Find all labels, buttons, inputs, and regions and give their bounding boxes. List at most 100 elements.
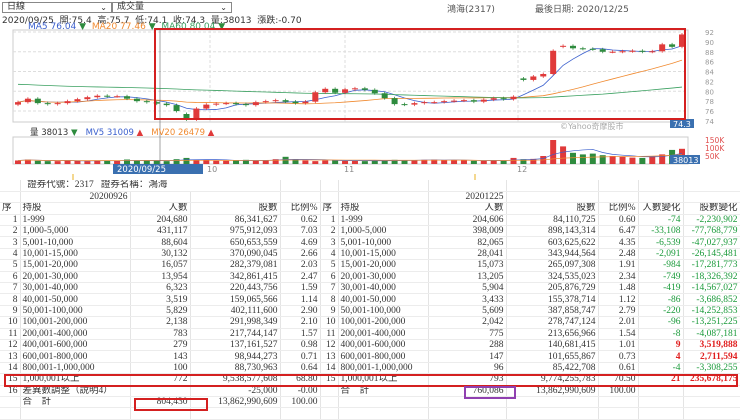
cell: 204,680	[130, 214, 191, 227]
cell: 0.98	[280, 339, 321, 352]
empty-cell	[428, 396, 507, 409]
people-change: 9	[638, 339, 684, 352]
people-change: -220	[638, 305, 684, 318]
empty-cell	[428, 407, 507, 420]
empty-cell	[506, 396, 599, 409]
cursor-date: 2020/09/25	[117, 165, 166, 175]
cell: 13,954	[130, 271, 191, 284]
ma-lines	[17, 45, 683, 111]
candle	[431, 102, 438, 104]
empty-cell	[638, 180, 684, 192]
people-change: -96	[638, 316, 684, 329]
candle	[24, 98, 31, 103]
cell: 975,912,093	[190, 225, 281, 238]
empty-cell	[598, 180, 639, 192]
cell: 15	[0, 373, 21, 386]
mv20-value: MV20 26479	[151, 128, 205, 138]
candle	[104, 95, 111, 97]
price-tick: 90	[705, 39, 714, 47]
people-change: -33,108	[638, 225, 684, 238]
cell: 3,433	[428, 293, 507, 306]
candle	[34, 98, 41, 104]
cell: 775	[428, 328, 507, 340]
cell: 2.01	[598, 316, 639, 329]
cell: 12	[320, 339, 339, 352]
cell: -25,000	[190, 385, 281, 397]
cell: 4.35	[598, 236, 639, 249]
candle	[282, 100, 289, 102]
cell: 2,138	[130, 316, 191, 329]
cell: 16,057	[130, 259, 191, 272]
cell: 4.69	[280, 236, 321, 249]
cell: 7	[320, 282, 339, 295]
empty-cell	[598, 191, 639, 204]
volume-bar	[133, 160, 140, 164]
cell: 15,001-20,000	[338, 259, 429, 272]
cell: 650,653,559	[190, 236, 281, 249]
candle	[490, 98, 497, 100]
empty-cell	[280, 180, 321, 192]
volume-bar	[203, 160, 210, 164]
cell: 11	[320, 328, 339, 340]
cell: 431,117	[130, 225, 191, 238]
empty-cell	[338, 191, 429, 204]
cell: 2	[320, 225, 339, 238]
people-change: -8	[638, 328, 684, 340]
stock-chart[interactable]: 92 90 88 86 8482 80 78 76 74 ©Yahoo奇摩股市 74.3 150…	[0, 0, 740, 180]
cell: 7	[0, 282, 21, 295]
cell: 96	[428, 362, 507, 375]
candle	[411, 103, 418, 105]
cell: 8	[320, 293, 339, 306]
candle	[84, 97, 91, 100]
volume-bar	[460, 160, 467, 164]
empty-cell	[683, 407, 740, 420]
cell: 370,090,045	[190, 248, 281, 261]
empty-cell	[683, 396, 740, 409]
candle	[530, 76, 537, 80]
x-label-dec: 12	[517, 165, 527, 174]
shares-change: -17,281,773	[683, 259, 740, 272]
cell: 278,747,124	[506, 316, 599, 329]
total-shares: 13,862,990,609	[506, 385, 599, 397]
empty-cell	[280, 191, 321, 204]
table-row: 7 30,001-40,000 6,323 220,443,756 1.59 7 30,00…	[0, 282, 740, 295]
cell: 603,625,622	[506, 236, 599, 249]
candle	[94, 95, 101, 98]
candle	[361, 88, 368, 90]
column-header: 持股	[338, 202, 429, 215]
cell: 15	[320, 373, 339, 386]
cell: 343,944,564	[506, 248, 599, 261]
cell: 30,132	[130, 248, 191, 261]
volume-bar	[213, 160, 220, 164]
security-name: 證券名稱：鴻海	[100, 180, 168, 191]
cell: 4	[320, 248, 339, 261]
empty-cell	[683, 180, 740, 192]
volume-bar	[589, 153, 596, 164]
candle	[540, 73, 547, 77]
volume-bar	[252, 160, 259, 164]
people-change: 21	[638, 373, 684, 386]
volume-bar	[609, 156, 616, 164]
candle	[302, 101, 309, 104]
date-row: 20200926 20201225	[0, 191, 740, 204]
blank-row	[0, 407, 740, 420]
cell: 279	[130, 339, 191, 352]
cell: 1.54	[598, 328, 639, 340]
column-header: 比例%	[280, 202, 321, 215]
cell: 15,001-20,000	[20, 259, 131, 272]
empty-cell	[280, 407, 321, 420]
volume-bar	[441, 160, 448, 164]
candle	[589, 48, 596, 50]
people-change: -2,091	[638, 248, 684, 261]
volume-bar	[480, 160, 487, 164]
cell: 600,001-800,000	[338, 350, 429, 363]
candle	[609, 51, 616, 53]
candle	[124, 96, 131, 99]
cell: 9,774,255,783	[506, 373, 599, 386]
cell: 85,422,708	[506, 362, 599, 375]
candle	[143, 101, 150, 103]
column-header: 股數變化	[683, 202, 740, 215]
candle	[54, 103, 61, 105]
cell: 12	[0, 339, 21, 352]
price-tick: 76	[705, 108, 714, 116]
